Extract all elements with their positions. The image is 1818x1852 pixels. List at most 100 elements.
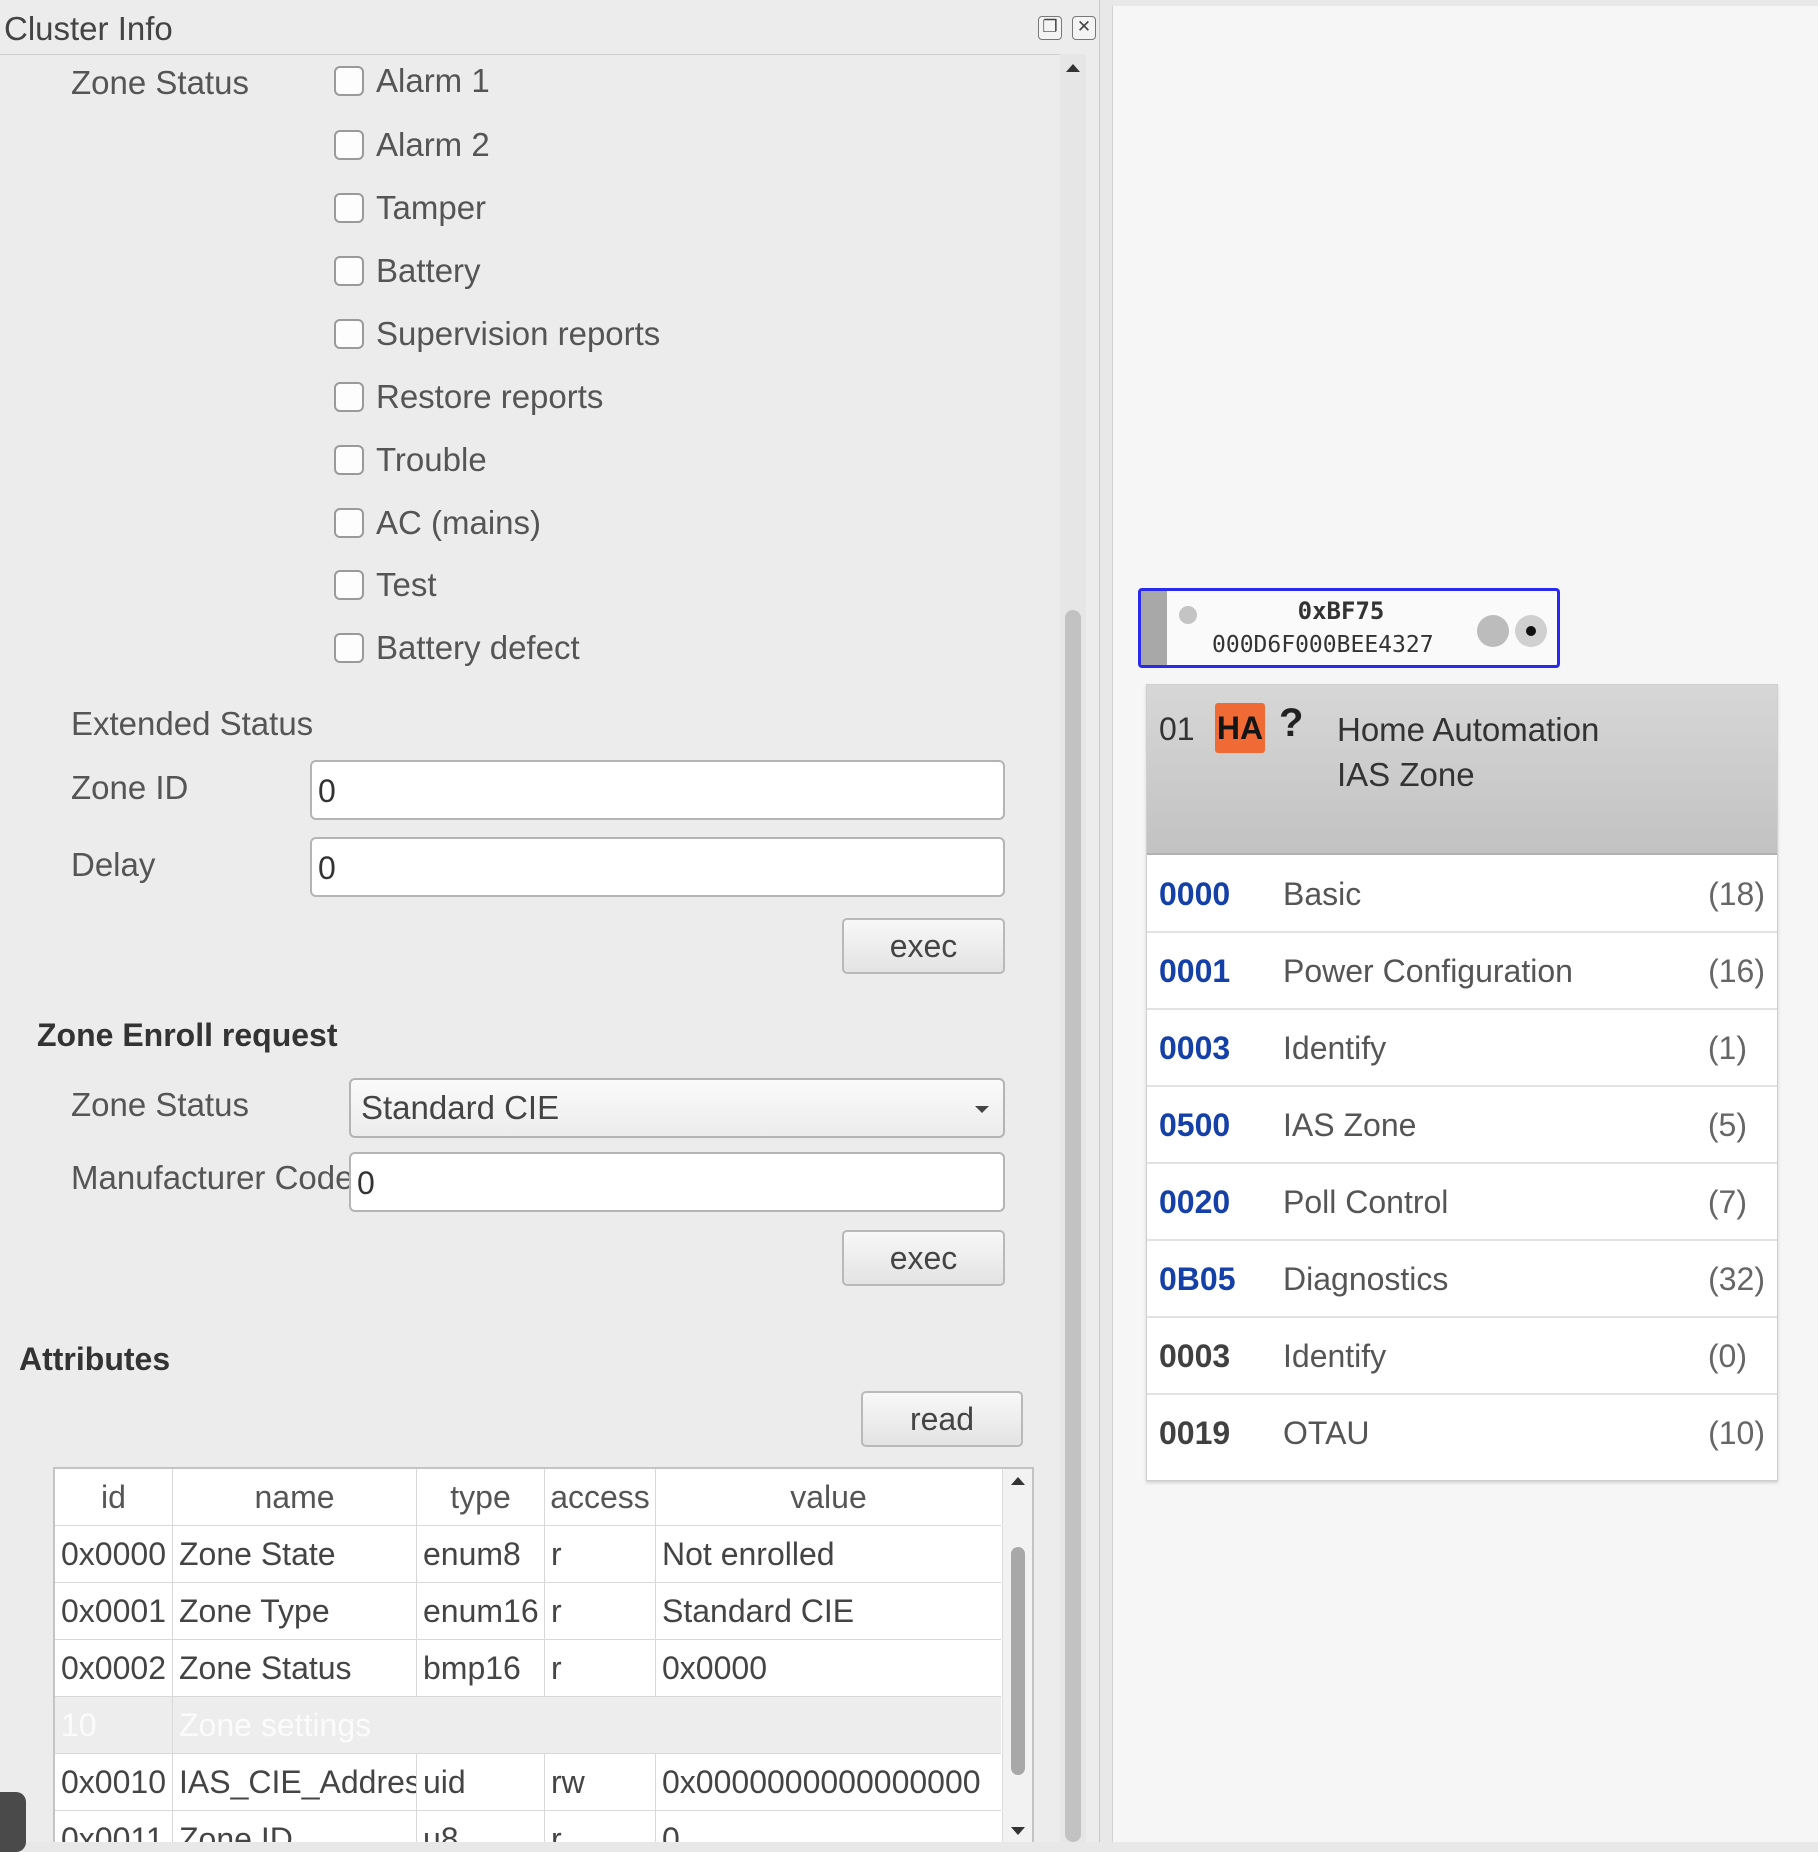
checkbox-row[interactable]: Battery xyxy=(334,251,481,291)
ha-profile-icon: HA xyxy=(1215,703,1265,753)
cluster-name: Identify xyxy=(1283,1030,1387,1066)
cell-access: r xyxy=(545,1811,656,1842)
zone-enroll-status-value: Standard CIE xyxy=(361,1089,560,1126)
column-header-name[interactable]: name xyxy=(173,1469,417,1526)
checkbox-row[interactable]: Alarm 1 xyxy=(334,61,490,101)
cluster-info-scrollbar[interactable] xyxy=(1060,54,1086,1842)
table-scrollbar[interactable] xyxy=(1002,1469,1032,1842)
checkbox-label: Alarm 1 xyxy=(376,62,490,99)
checkbox-label: Battery defect xyxy=(376,629,580,666)
checkbox-row[interactable]: Test xyxy=(334,565,437,605)
exec-button[interactable]: exec xyxy=(842,1230,1005,1286)
checkbox-row[interactable]: Tamper xyxy=(334,188,486,228)
ac-mains-checkbox[interactable] xyxy=(334,508,364,538)
scroll-up-icon[interactable] xyxy=(1011,1477,1025,1485)
checkbox-label: Battery xyxy=(376,252,481,289)
node-socket-icon[interactable] xyxy=(1477,615,1509,647)
read-button[interactable]: read xyxy=(861,1391,1023,1447)
cluster-item-identify[interactable]: 0003 Identify (1) xyxy=(1147,1010,1777,1087)
cluster-name: IAS Zone xyxy=(1283,1107,1417,1143)
cluster-attribute-count: (7) xyxy=(1707,1184,1747,1220)
manufacturer-code-input[interactable]: 0 xyxy=(349,1152,1005,1212)
cluster-name: OTAU xyxy=(1283,1415,1370,1451)
attributes-table[interactable]: id name type access value 0x0000 Zone St… xyxy=(53,1467,1034,1842)
checkbox-row[interactable]: Restore reports xyxy=(334,377,603,417)
checkbox-label: Alarm 2 xyxy=(376,126,490,163)
alarm-1-checkbox[interactable] xyxy=(334,66,364,96)
cluster-item-diagnostics[interactable]: 0B05 Diagnostics (32) xyxy=(1147,1241,1777,1318)
column-header-type[interactable]: type xyxy=(417,1469,545,1526)
cell-id: 0x0010 xyxy=(55,1754,173,1811)
table-row[interactable]: 0x0010 IAS_CIE_Address uid rw 0x00000000… xyxy=(55,1754,1001,1811)
node-socket-connected-icon[interactable] xyxy=(1515,615,1547,647)
group-name: Zone settings xyxy=(179,1707,372,1743)
float-icon[interactable]: ❐ xyxy=(1038,16,1062,40)
table-group-row[interactable]: 10 Zone settings xyxy=(55,1697,1001,1754)
cluster-item-identify-client[interactable]: 0003 Identify (0) xyxy=(1147,1318,1777,1395)
table-header: id name type access value xyxy=(55,1469,1001,1526)
table-row[interactable]: 0x0001 Zone Type enum16 r Standard CIE xyxy=(55,1583,1001,1640)
cell-id: 0x0002 xyxy=(55,1640,173,1697)
cell-type: enum8 xyxy=(417,1526,545,1583)
endpoint-id: 01 xyxy=(1159,711,1195,747)
cell-access: r xyxy=(545,1526,656,1583)
cluster-id: 0003 xyxy=(1159,1030,1231,1066)
supervision-reports-checkbox[interactable] xyxy=(334,319,364,349)
table-row[interactable]: 0x0000 Zone State enum8 r Not enrolled xyxy=(55,1526,1001,1583)
cell-id: 0x0011 xyxy=(55,1811,173,1842)
zone-id-input[interactable]: 0 xyxy=(310,760,1005,820)
cluster-item-ias-zone[interactable]: 0500 IAS Zone (5) xyxy=(1147,1087,1777,1164)
table-row[interactable]: 0x0002 Zone Status bmp16 r 0x0000 xyxy=(55,1640,1001,1697)
alarm-2-checkbox[interactable] xyxy=(334,130,364,160)
table-scrollbar-thumb[interactable] xyxy=(1011,1547,1025,1775)
cluster-item-power-configuration[interactable]: 0001 Power Configuration (16) xyxy=(1147,933,1777,1010)
cluster-item-poll-control[interactable]: 0020 Poll Control (7) xyxy=(1147,1164,1777,1241)
restore-reports-checkbox[interactable] xyxy=(334,382,364,412)
scroll-down-icon[interactable] xyxy=(1011,1827,1025,1835)
column-header-id[interactable]: id xyxy=(55,1469,173,1526)
close-icon[interactable]: ✕ xyxy=(1072,16,1096,40)
cell-value: 0x0000000000000000 xyxy=(662,1764,981,1800)
zone-enroll-status-select[interactable]: Standard CIE xyxy=(349,1078,1005,1138)
cell-type: uid xyxy=(417,1754,545,1811)
checkbox-label: Restore reports xyxy=(376,378,604,415)
tamper-checkbox[interactable] xyxy=(334,193,364,223)
battery-defect-checkbox[interactable] xyxy=(334,633,364,663)
checkbox-row[interactable]: Alarm 2 xyxy=(334,125,490,165)
exec-button[interactable]: exec xyxy=(842,918,1005,974)
cell-name: IAS_CIE_Address xyxy=(173,1754,417,1811)
cluster-id: 0B05 xyxy=(1159,1261,1236,1297)
checkbox-row[interactable]: Battery defect xyxy=(334,628,580,668)
column-header-value[interactable]: value xyxy=(656,1469,1001,1526)
endpoint-header[interactable]: 01 HA ? Home Automation IAS Zone xyxy=(1147,685,1777,855)
cluster-item-basic[interactable]: 0000 Basic (18) xyxy=(1147,856,1777,933)
trouble-checkbox[interactable] xyxy=(334,445,364,475)
checkbox-label: Test xyxy=(376,566,437,603)
cluster-name: Basic xyxy=(1283,876,1362,912)
cluster-attribute-count: (32) xyxy=(1708,1261,1765,1297)
cell-access: rw xyxy=(545,1754,656,1811)
checkbox-label: Supervision reports xyxy=(376,315,661,352)
checkbox-row[interactable]: Trouble xyxy=(334,440,487,480)
table-row[interactable]: 0x0011 Zone ID u8 r 0 xyxy=(55,1811,1001,1842)
node-header[interactable]: 0xBF75 000D6F000BEE4327 xyxy=(1138,588,1560,668)
test-checkbox[interactable] xyxy=(334,570,364,600)
zone-enroll-status-label: Zone Status xyxy=(71,1086,249,1123)
checkbox-row[interactable]: Supervision reports xyxy=(334,314,660,354)
checkbox-label: AC (mains) xyxy=(376,504,542,541)
column-header-access[interactable]: access xyxy=(545,1469,656,1526)
cell-id: 0x0000 xyxy=(55,1526,173,1583)
scroll-up-icon[interactable] xyxy=(1066,64,1080,72)
battery-checkbox[interactable] xyxy=(334,256,364,286)
cluster-attribute-count: (1) xyxy=(1707,1030,1747,1066)
checkbox-row[interactable]: AC (mains) xyxy=(334,503,541,543)
cluster-item-otau[interactable]: 0019 OTAU (10) xyxy=(1147,1395,1777,1472)
delay-input[interactable]: 0 xyxy=(310,837,1005,897)
cell-name: Zone State xyxy=(173,1526,417,1583)
cluster-info-scroll-area: Zone Status Alarm 1 Alarm 2 Tamper Batte… xyxy=(0,54,1074,1842)
cluster-id: 0001 xyxy=(1159,953,1231,989)
cell-type: u8 xyxy=(417,1811,545,1842)
cell-type: enum16 xyxy=(417,1583,545,1640)
cluster-info-scrollbar-thumb[interactable] xyxy=(1065,610,1081,1842)
cluster-id: 0000 xyxy=(1159,876,1231,912)
